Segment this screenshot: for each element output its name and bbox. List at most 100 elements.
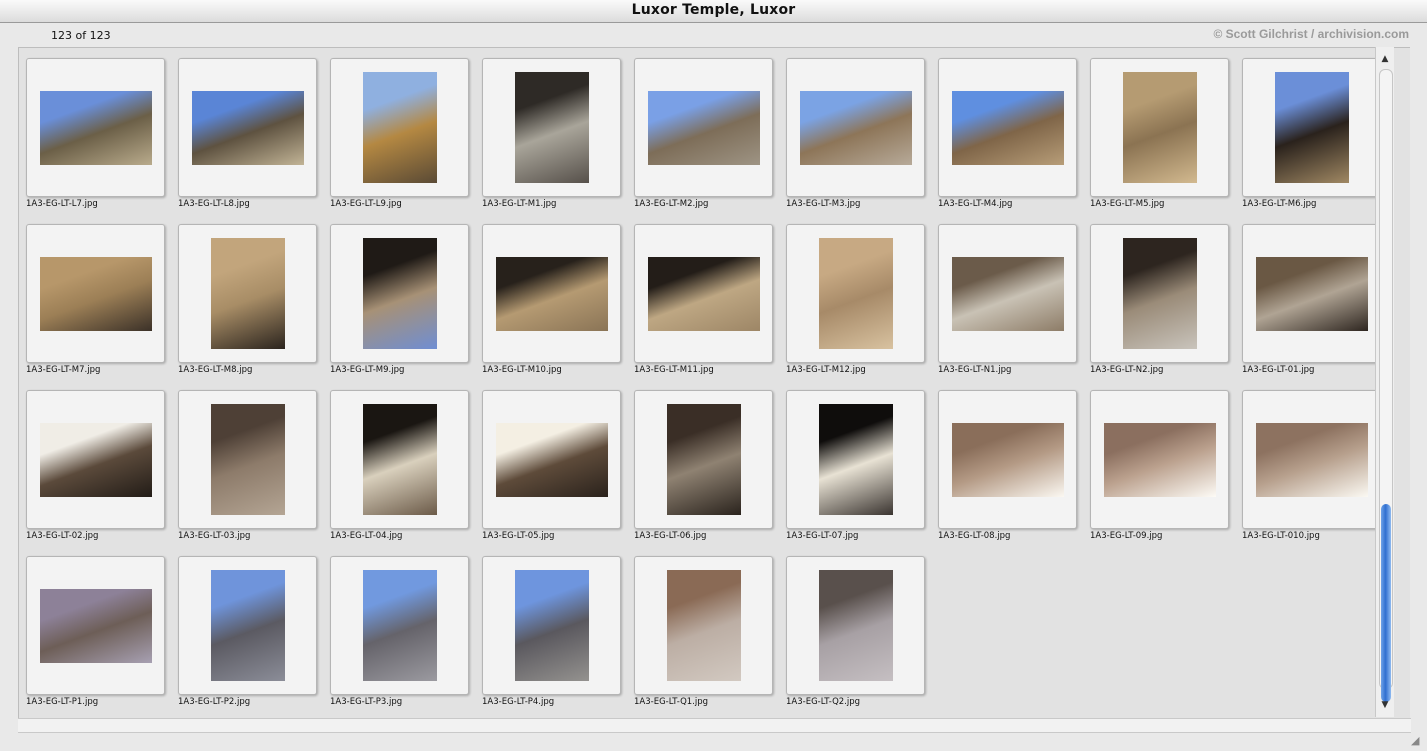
thumbnail-card[interactable]	[634, 556, 773, 695]
thumbnail-image[interactable]	[952, 257, 1064, 331]
thumbnail-item[interactable]: 1A3-EG-LT-04.jpg	[323, 380, 475, 546]
thumbnail-item[interactable]: 1A3-EG-LT-M5.jpg	[1083, 48, 1235, 214]
thumbnail-image[interactable]	[819, 238, 893, 349]
thumbnail-card[interactable]	[1090, 58, 1229, 197]
thumbnail-item[interactable]: 1A3-EG-LT-03.jpg	[171, 380, 323, 546]
thumbnail-item[interactable]: 1A3-EG-LT-P4.jpg	[475, 546, 627, 712]
thumbnail-image[interactable]	[40, 423, 152, 497]
thumbnail-image[interactable]	[1123, 72, 1197, 183]
thumbnail-image[interactable]	[1275, 72, 1349, 183]
thumbnail-item[interactable]: 1A3-EG-LT-N2.jpg	[1083, 214, 1235, 380]
thumbnail-card[interactable]	[786, 390, 925, 529]
thumbnail-item[interactable]: 1A3-EG-LT-M9.jpg	[323, 214, 475, 380]
scroll-up-arrow-icon[interactable]: ▲	[1379, 53, 1391, 65]
thumbnail-item[interactable]: 1A3-EG-LT-M6.jpg	[1235, 48, 1387, 214]
thumbnail-card[interactable]	[26, 224, 165, 363]
thumbnail-card[interactable]	[786, 556, 925, 695]
thumbnail-item[interactable]: 1A3-EG-LT-P3.jpg	[323, 546, 475, 712]
thumbnail-image[interactable]	[40, 257, 152, 331]
thumbnail-item[interactable]: 1A3-EG-LT-010.jpg	[1235, 380, 1387, 546]
thumbnail-image[interactable]	[952, 91, 1064, 165]
scroll-track[interactable]	[1379, 69, 1393, 702]
thumbnail-image[interactable]	[496, 423, 608, 497]
thumbnail-card[interactable]	[178, 556, 317, 695]
thumbnail-card[interactable]	[330, 390, 469, 529]
thumbnail-image[interactable]	[819, 570, 893, 681]
thumbnail-item[interactable]: 1A3-EG-LT-M3.jpg	[779, 48, 931, 214]
thumbnail-image[interactable]	[211, 404, 285, 515]
scroll-thumb[interactable]	[1381, 504, 1391, 702]
thumbnail-item[interactable]: 1A3-EG-LT-L8.jpg	[171, 48, 323, 214]
thumbnail-card[interactable]	[938, 58, 1077, 197]
thumbnail-item[interactable]: 1A3-EG-LT-M1.jpg	[475, 48, 627, 214]
thumbnail-item[interactable]: 1A3-EG-LT-P2.jpg	[171, 546, 323, 712]
thumbnail-item[interactable]: 1A3-EG-LT-M4.jpg	[931, 48, 1083, 214]
thumbnail-image[interactable]	[667, 570, 741, 681]
thumbnail-item[interactable]: 1A3-EG-LT-06.jpg	[627, 380, 779, 546]
thumbnail-card[interactable]	[178, 58, 317, 197]
thumbnail-image[interactable]	[667, 404, 741, 515]
thumbnail-card[interactable]	[178, 224, 317, 363]
window-titlebar[interactable]: Luxor Temple, Luxor	[0, 0, 1427, 23]
thumbnail-card[interactable]	[26, 390, 165, 529]
thumbnail-image[interactable]	[211, 238, 285, 349]
thumbnail-image[interactable]	[1123, 238, 1197, 349]
thumbnail-item[interactable]: 1A3-EG-LT-01.jpg	[1235, 214, 1387, 380]
thumbnail-item[interactable]: 1A3-EG-LT-M8.jpg	[171, 214, 323, 380]
thumbnail-card[interactable]	[26, 556, 165, 695]
thumbnail-image[interactable]	[363, 238, 437, 349]
thumbnail-image[interactable]	[40, 91, 152, 165]
thumbnail-image[interactable]	[1256, 257, 1368, 331]
thumbnail-card[interactable]	[938, 390, 1077, 529]
thumbnail-item[interactable]: 1A3-EG-LT-L9.jpg	[323, 48, 475, 214]
thumbnail-image[interactable]	[648, 91, 760, 165]
thumbnail-card[interactable]	[1242, 224, 1381, 363]
thumbnail-image[interactable]	[952, 423, 1064, 497]
thumbnail-card[interactable]	[330, 556, 469, 695]
thumbnail-item[interactable]: 1A3-EG-LT-02.jpg	[19, 380, 171, 546]
thumbnail-item[interactable]: 1A3-EG-LT-Q2.jpg	[779, 546, 931, 712]
thumbnail-item[interactable]: 1A3-EG-LT-M11.jpg	[627, 214, 779, 380]
thumbnail-card[interactable]	[178, 390, 317, 529]
thumbnail-card[interactable]	[634, 224, 773, 363]
thumbnail-card[interactable]	[330, 58, 469, 197]
thumbnail-card[interactable]	[482, 390, 621, 529]
thumbnail-card[interactable]	[938, 224, 1077, 363]
thumbnail-card[interactable]	[482, 556, 621, 695]
thumbnail-image[interactable]	[363, 404, 437, 515]
resize-grip-icon[interactable]: ◢	[1411, 735, 1423, 747]
thumbnail-card[interactable]	[786, 58, 925, 197]
thumbnail-image[interactable]	[1256, 423, 1368, 497]
thumbnail-item[interactable]: 1A3-EG-LT-07.jpg	[779, 380, 931, 546]
thumbnail-image[interactable]	[363, 72, 437, 183]
thumbnail-item[interactable]: 1A3-EG-LT-08.jpg	[931, 380, 1083, 546]
thumbnail-card[interactable]	[1090, 390, 1229, 529]
thumbnail-image[interactable]	[648, 257, 760, 331]
thumbnail-card[interactable]	[482, 58, 621, 197]
thumbnail-image[interactable]	[211, 570, 285, 681]
thumbnail-image[interactable]	[515, 570, 589, 681]
thumbnail-card[interactable]	[1242, 58, 1381, 197]
thumbnail-item[interactable]: 1A3-EG-LT-M7.jpg	[19, 214, 171, 380]
thumbnail-item[interactable]: 1A3-EG-LT-05.jpg	[475, 380, 627, 546]
scroll-down-arrow-icon[interactable]: ▼	[1379, 699, 1391, 711]
thumbnail-item[interactable]: 1A3-EG-LT-09.jpg	[1083, 380, 1235, 546]
thumbnail-item[interactable]: 1A3-EG-LT-M12.jpg	[779, 214, 931, 380]
thumbnail-image[interactable]	[819, 404, 893, 515]
thumbnail-item[interactable]: 1A3-EG-LT-L7.jpg	[19, 48, 171, 214]
thumbnail-card[interactable]	[330, 224, 469, 363]
thumbnail-image[interactable]	[1104, 423, 1216, 497]
vertical-scrollbar[interactable]: ▲ ▼	[1375, 47, 1394, 717]
thumbnail-image[interactable]	[363, 570, 437, 681]
thumbnail-card[interactable]	[1242, 390, 1381, 529]
thumbnail-item[interactable]: 1A3-EG-LT-N1.jpg	[931, 214, 1083, 380]
thumbnail-item[interactable]: 1A3-EG-LT-P1.jpg	[19, 546, 171, 712]
thumbnail-image[interactable]	[192, 91, 304, 165]
thumbnail-image[interactable]	[40, 589, 152, 663]
thumbnail-image[interactable]	[496, 257, 608, 331]
thumbnail-item[interactable]: 1A3-EG-LT-M10.jpg	[475, 214, 627, 380]
thumbnail-card[interactable]	[482, 224, 621, 363]
thumbnail-card[interactable]	[634, 390, 773, 529]
thumbnail-image[interactable]	[800, 91, 912, 165]
thumbnail-card[interactable]	[786, 224, 925, 363]
